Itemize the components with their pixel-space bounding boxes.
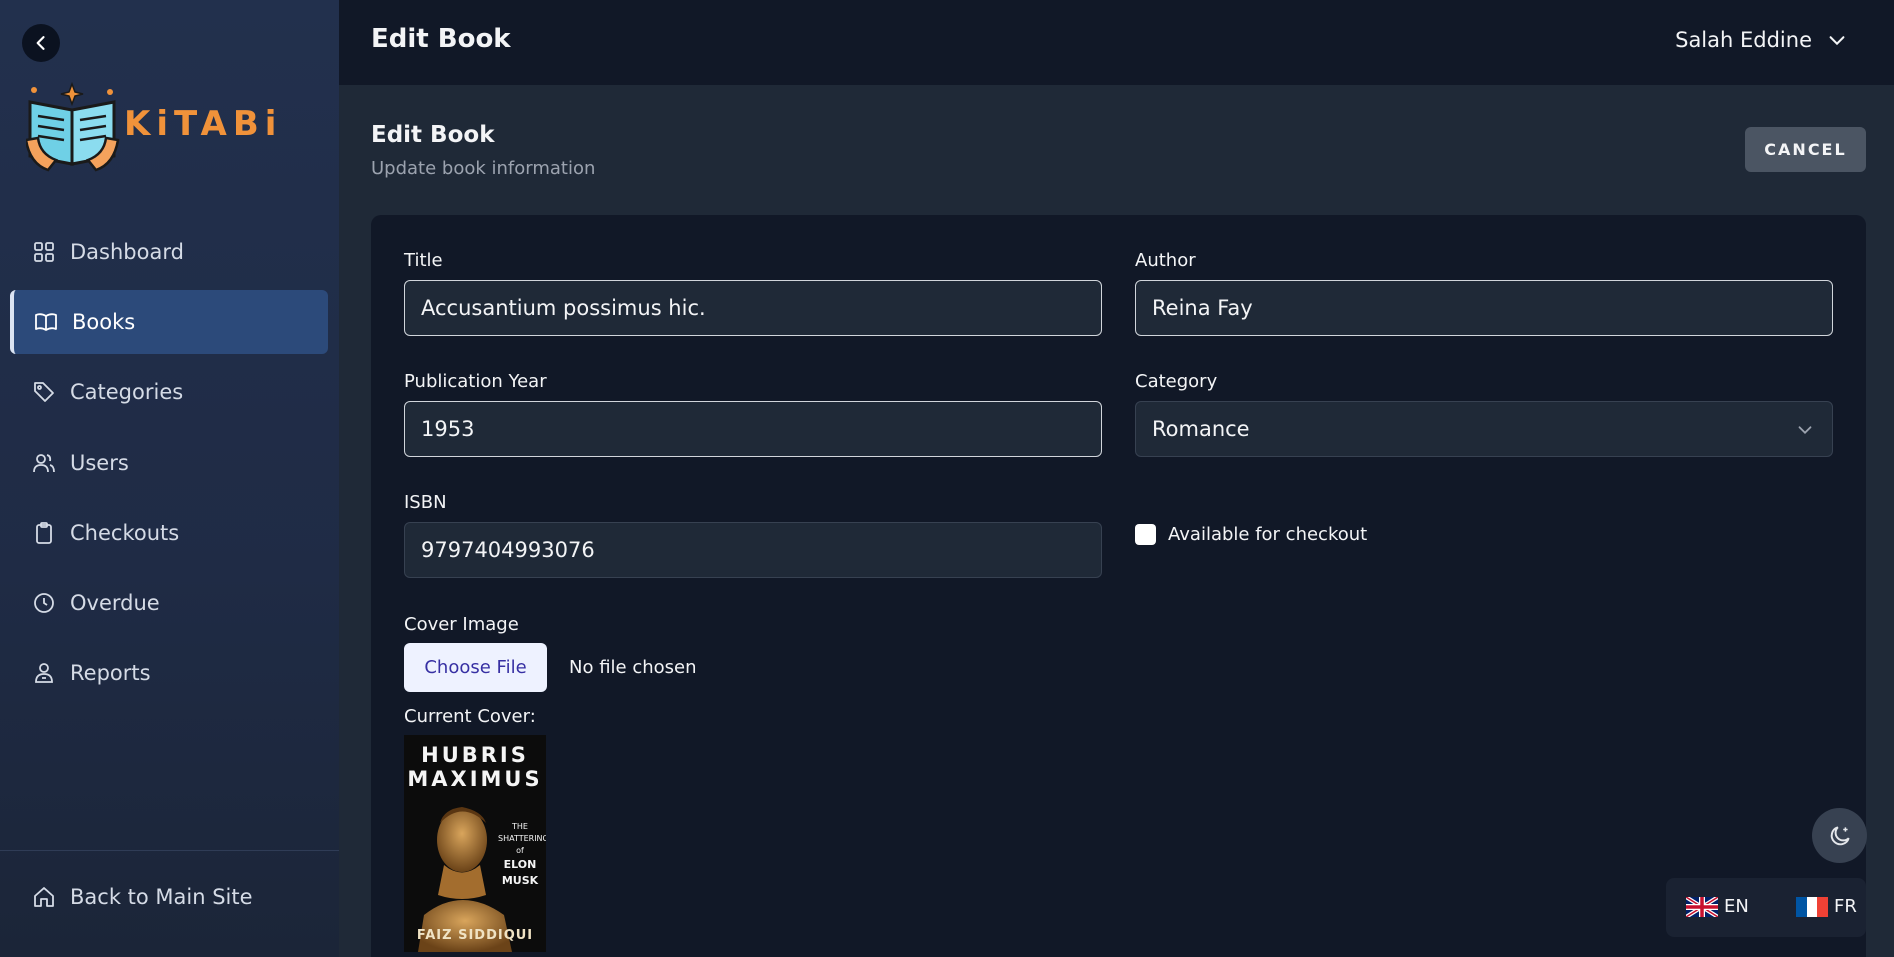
page-title: Edit Book <box>371 122 495 148</box>
sidebar-item-categories[interactable]: Categories <box>10 360 328 424</box>
cover-small-1: THE <box>512 822 528 831</box>
current-cover-image: HUBRIS MAXIMUS THE SHATTERING of ELON MU… <box>404 735 546 952</box>
clipboard-icon <box>36 522 52 544</box>
chevron-down-icon <box>1829 36 1845 46</box>
sidebar-item-checkouts[interactable]: Checkouts <box>10 501 328 565</box>
lang-option-en[interactable]: EN <box>1686 896 1749 917</box>
category-label: Category <box>1135 371 1218 392</box>
uk-flag-icon <box>1686 896 1718 917</box>
moon-icon <box>1830 825 1850 845</box>
title-input-value: Accusantium possimus hic. <box>421 296 706 320</box>
available-checkbox-row[interactable]: Available for checkout <box>1135 524 1367 545</box>
choose-file-button[interactable]: Choose File <box>404 643 547 692</box>
book-open-icon <box>35 313 57 331</box>
sidebar-item-label: Dashboard <box>70 240 184 264</box>
sidebar-item-users[interactable]: Users <box>10 431 328 495</box>
cover-title-line1: HUBRIS <box>421 743 529 767</box>
cover-small-4: ELON <box>503 858 537 871</box>
lang-option-fr[interactable]: FR <box>1796 896 1857 917</box>
cover-small-3: of <box>516 846 524 855</box>
sidebar-item-books[interactable]: Books <box>10 290 328 354</box>
isbn-label: ISBN <box>404 492 447 513</box>
no-file-text: No file chosen <box>569 657 697 678</box>
page-subtitle: Update book information <box>371 158 596 179</box>
available-label: Available for checkout <box>1168 524 1368 545</box>
back-to-main-label: Back to Main Site <box>70 885 253 909</box>
language-switcher: EN FR <box>1666 878 1866 937</box>
sidebar: KiTABi Dashboard Books Categories Users … <box>0 0 339 957</box>
sidebar-item-label: Categories <box>70 380 184 404</box>
category-select-value: Romance <box>1152 417 1250 441</box>
category-select[interactable]: Romance <box>1135 401 1833 457</box>
back-to-main-site-link[interactable]: Back to Main Site <box>32 885 253 909</box>
topbar: Edit Book Salah Eddine <box>339 0 1894 85</box>
cover-image-label: Cover Image <box>404 614 519 635</box>
sidebar-item-label: Reports <box>70 661 151 685</box>
grid-icon <box>34 242 54 262</box>
sidebar-item-dashboard[interactable]: Dashboard <box>10 220 328 284</box>
collapse-back-button[interactable] <box>22 24 60 62</box>
isbn-input-value: 9797404993076 <box>421 538 595 562</box>
title-label: Title <box>404 250 443 271</box>
users-icon <box>33 454 55 473</box>
theme-toggle-button[interactable] <box>1812 808 1867 863</box>
reports-user-icon <box>35 663 53 683</box>
sidebar-item-label: Overdue <box>70 591 160 615</box>
title-input[interactable]: Accusantium possimus hic. <box>404 280 1102 336</box>
chevron-down-icon <box>1798 426 1812 435</box>
topbar-title: Edit Book <box>371 24 511 54</box>
clock-icon <box>34 593 54 613</box>
sidebar-item-label: Checkouts <box>70 521 180 545</box>
sidebar-item-overdue[interactable]: Overdue <box>10 571 328 635</box>
current-cover-label: Current Cover: <box>404 706 536 727</box>
user-name: Salah Eddine <box>1675 28 1812 52</box>
logo-text: KiTABi <box>124 104 283 144</box>
chevron-left-icon <box>36 36 45 50</box>
user-menu[interactable]: Salah Eddine <box>1675 28 1848 52</box>
author-input[interactable]: Reina Fay <box>1135 280 1833 336</box>
lang-code-en: EN <box>1724 896 1749 917</box>
isbn-input[interactable]: 9797404993076 <box>404 522 1102 578</box>
cover-author: FAIZ SIDDIQUI <box>416 928 534 943</box>
book-logo-icon <box>24 81 120 172</box>
tag-icon <box>34 382 54 402</box>
france-flag-icon <box>1796 896 1828 917</box>
author-label: Author <box>1135 250 1196 271</box>
author-input-value: Reina Fay <box>1152 296 1253 320</box>
cover-small-2: SHATTERING <box>498 834 546 843</box>
cover-title-line2: MAXIMUS <box>407 767 543 791</box>
sidebar-item-label: Users <box>70 451 129 475</box>
publication-year-value: 1953 <box>421 417 475 441</box>
publication-year-input[interactable]: 1953 <box>404 401 1102 457</box>
cover-small-5: MUSK <box>501 874 539 887</box>
cancel-button[interactable]: CANCEL <box>1745 127 1866 172</box>
sidebar-item-label: Books <box>72 310 136 334</box>
available-checkbox[interactable] <box>1135 524 1156 545</box>
home-icon <box>34 887 54 907</box>
sidebar-divider <box>0 850 339 851</box>
publication-year-label: Publication Year <box>404 371 547 392</box>
lang-code-fr: FR <box>1834 896 1857 917</box>
sidebar-item-reports[interactable]: Reports <box>10 641 328 705</box>
